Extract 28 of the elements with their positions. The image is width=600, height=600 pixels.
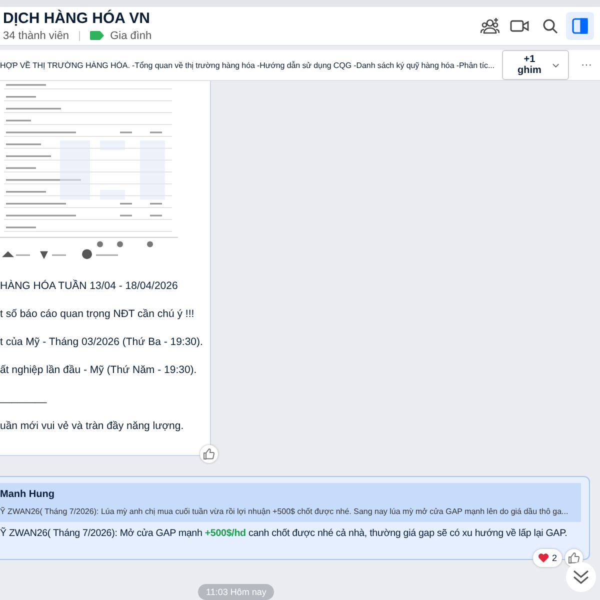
add-people-icon — [480, 16, 500, 35]
message-text: uần mới vui vẻ và tràn đầy năng lượng. — [0, 419, 184, 433]
message-text: t của Mỹ - Tháng 03/2026 (Thứ Ba - 19:30). — [0, 335, 203, 349]
message-text: ________ — [0, 391, 47, 405]
scroll-down-button[interactable] — [566, 562, 596, 592]
chevron-down-icon — [552, 62, 560, 68]
video-camera-icon — [510, 18, 530, 34]
like-button[interactable] — [200, 445, 218, 463]
pinned-message[interactable]: HỢP VỀ THỊ TRƯỜNG HÀNG HÓA. -Tổng quan về thị trường hàng hóa -Hướng dẫn sử dụng CQG -Danh sách ký quỹ hàng hóa -Phân tíc... — [0, 60, 494, 70]
more-options-button[interactable]: ··· — [577, 59, 596, 71]
message-text: ất nghiệp lần đầu - Mỹ (Thứ Năm - 19:30). — [0, 363, 197, 377]
quoted-message[interactable]: Manh Hung Ỹ ZWAN26( Tháng 7/2026): Lúa mỳ anh chị mua cuối tuần vừa rồi lợi nhuận +500$ chốt được nhé. Sang nay lúa mỳ mở cửa GAP mạnh lên do giá dầu thô ga... — [0, 483, 581, 522]
quote-text: Ỹ ZWAN26( Tháng 7/2026): Lúa mỳ anh chị mua cuối tuần vừa rồi lợi nhuận +500$ chốt được nhé. Sang nay lúa mỳ mở cửa GAP mạnh lên do giá dầu thô ga... — [0, 507, 568, 516]
sidebar-toggle-button[interactable] — [566, 12, 594, 40]
message-text: HÀNG HÓA TUẦN 13/04 - 18/04/2026 — [0, 279, 178, 293]
double-chevron-down-icon — [572, 569, 590, 585]
message-text: t số báo cáo quan trọng NĐT cần chú ý !!! — [0, 307, 194, 321]
group-title: DỊCH HÀNG HÓA VN — [3, 10, 151, 27]
heart-icon — [538, 553, 549, 563]
search-icon — [542, 18, 558, 34]
tag-label[interactable]: Gia đình — [110, 30, 152, 42]
heart-reaction[interactable]: 2 — [532, 549, 562, 567]
member-count[interactable]: 34 thành viên — [3, 30, 70, 42]
sidebar-icon — [572, 18, 588, 34]
more-pins-button[interactable]: +1 ghim — [502, 50, 569, 80]
quote-author: Manh Hung — [0, 489, 56, 500]
time-divider: 11:03 Hôm nay — [198, 584, 274, 600]
message-text: Ỹ ZWAN26( Tháng 7/2026): Mở cửa GAP mạnh +500$/hd canh chốt được nhé cả nhà, thường giá gap sẽ có xu hướng về lấp lại GAP. — [0, 528, 568, 539]
